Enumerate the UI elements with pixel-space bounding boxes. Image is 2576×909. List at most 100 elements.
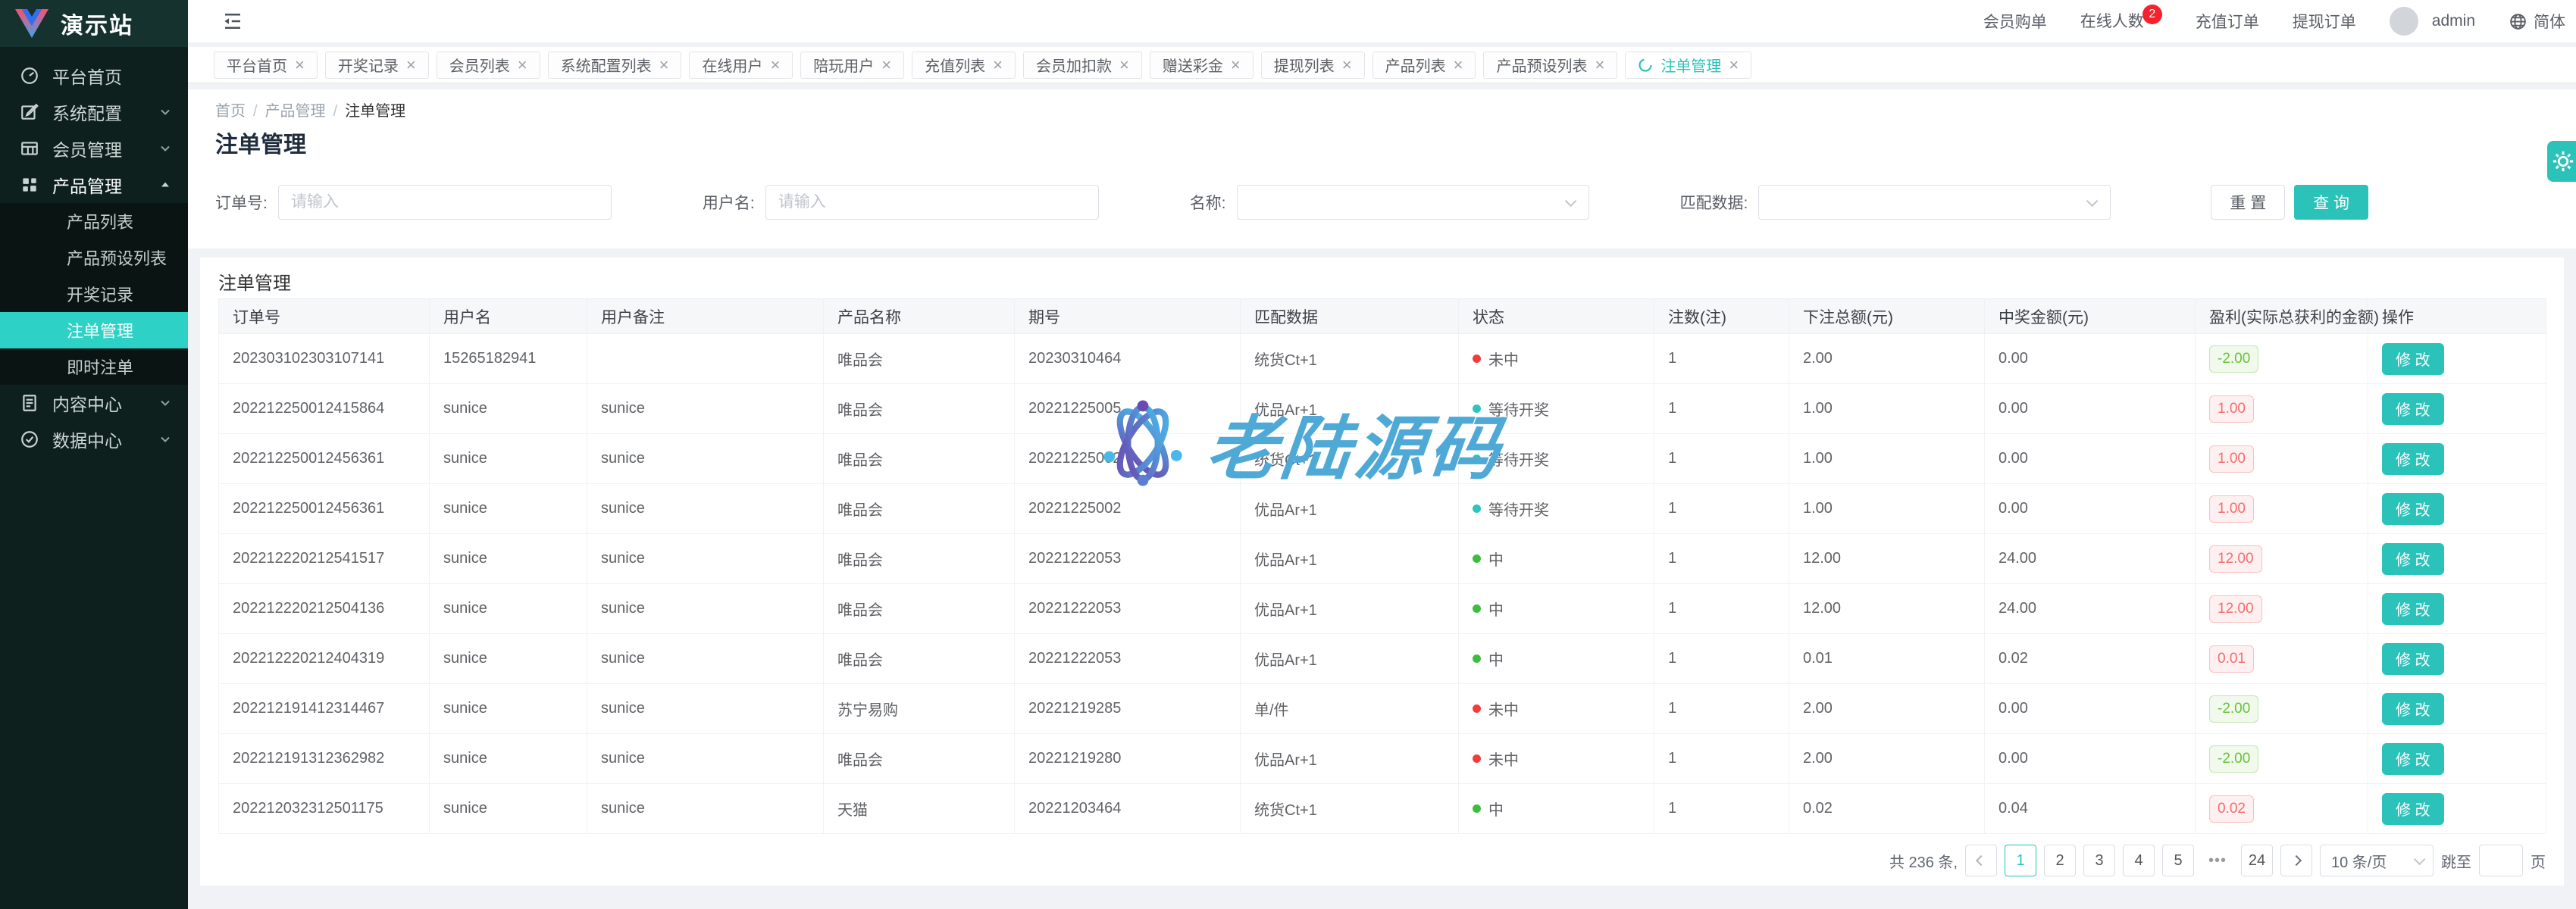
close-icon[interactable]: × xyxy=(1595,57,1604,73)
cell-total: 1.00 xyxy=(1789,434,1985,484)
name-select[interactable] xyxy=(1237,185,1589,220)
cell-username: 15265182941 xyxy=(430,334,587,384)
edit-button[interactable]: 修 改 xyxy=(2382,793,2444,825)
sidebar-item[interactable]: 数据中心 xyxy=(0,421,188,458)
page-button[interactable]: 24 xyxy=(2241,845,2273,876)
prev-page-button[interactable] xyxy=(1965,845,1997,876)
sidebar-item[interactable]: 平台首页 xyxy=(0,58,188,94)
edit-button[interactable]: 修 改 xyxy=(2382,743,2444,775)
close-icon[interactable]: × xyxy=(295,57,305,73)
cell-username: sunice xyxy=(430,784,587,834)
profit-badge: -2.00 xyxy=(2209,745,2258,773)
cell-product: 唯品会 xyxy=(824,334,1015,384)
tab[interactable]: 会员列表 × xyxy=(437,52,540,79)
sidebar-item[interactable]: 产品管理 xyxy=(0,167,188,203)
cell-bets: 1 xyxy=(1654,584,1789,634)
sidebar-item[interactable]: 会员管理 xyxy=(0,130,188,167)
close-icon[interactable]: × xyxy=(1119,57,1129,73)
cell-profit: 1.00 xyxy=(2196,484,2368,534)
edit-button[interactable]: 修 改 xyxy=(2382,443,2444,475)
cell-remark: sunice xyxy=(587,484,824,534)
language-switcher[interactable]: 简体 xyxy=(2509,10,2565,33)
profit-badge: 1.00 xyxy=(2209,495,2254,523)
cell-remark: sunice xyxy=(587,584,824,634)
page-button[interactable]: 2 xyxy=(2044,845,2076,876)
cell-match: 优品Ar+1 xyxy=(1241,734,1459,784)
match-data-select[interactable] xyxy=(1758,185,2111,220)
breadcrumb-item[interactable]: 首页/ xyxy=(215,98,258,120)
tab[interactable]: 平台首页 × xyxy=(214,52,318,79)
sidebar-subitem[interactable]: 产品预设列表 xyxy=(0,239,188,276)
close-icon[interactable]: × xyxy=(881,57,891,73)
page-button[interactable]: 5 xyxy=(2162,845,2194,876)
close-icon[interactable]: × xyxy=(1454,57,1463,73)
page-button[interactable]: 4 xyxy=(2123,845,2155,876)
tab[interactable]: 系统配置列表 × xyxy=(548,52,682,79)
breadcrumb-item[interactable]: 产品管理/ xyxy=(265,98,338,120)
tab[interactable]: 在线用户 × xyxy=(689,52,793,79)
header-link[interactable]: 充值订单 xyxy=(2196,10,2259,33)
breadcrumb-item[interactable]: 注单管理/ xyxy=(345,98,405,120)
sidebar-subitem[interactable]: 即时注单 xyxy=(0,348,188,385)
avatar[interactable] xyxy=(2390,7,2418,36)
edit-button[interactable]: 修 改 xyxy=(2382,643,2444,675)
sidebar-item[interactable]: 内容中心 xyxy=(0,385,188,421)
sidebar-subitem[interactable]: 开奖记录 xyxy=(0,276,188,312)
username-input[interactable] xyxy=(765,185,1099,220)
cell-action: 修 改 xyxy=(2368,534,2546,584)
reset-button[interactable]: 重 置 xyxy=(2211,185,2285,220)
cell-product: 唯品会 xyxy=(824,484,1015,534)
tab[interactable]: 开奖记录 × xyxy=(325,52,429,79)
cell-total: 2.00 xyxy=(1789,684,1985,734)
tab[interactable]: 注单管理 × xyxy=(1625,52,1751,79)
username[interactable]: admin xyxy=(2432,12,2475,30)
edit-button[interactable]: 修 改 xyxy=(2382,693,2444,725)
settings-gear-button[interactable] xyxy=(2547,141,2576,182)
header-link[interactable]: 在线人数2 xyxy=(2080,9,2162,33)
close-icon[interactable]: × xyxy=(659,57,669,73)
page-button[interactable]: ••• xyxy=(2202,845,2233,876)
cell-profit: 12.00 xyxy=(2196,584,2368,634)
header-link[interactable]: 会员购单 xyxy=(1983,10,2047,33)
page-button[interactable]: 1 xyxy=(2005,845,2036,876)
page-size-select[interactable]: 10 条/页 xyxy=(2320,845,2434,876)
search-button[interactable]: 查 询 xyxy=(2294,185,2368,220)
cell-action: 修 改 xyxy=(2368,334,2546,384)
edit-button[interactable]: 修 改 xyxy=(2382,393,2444,425)
tab[interactable]: 产品列表 × xyxy=(1373,52,1476,79)
next-page-button[interactable] xyxy=(2280,845,2312,876)
cell-product: 唯品会 xyxy=(824,584,1015,634)
edit-button[interactable]: 修 改 xyxy=(2382,543,2444,575)
collapse-sidebar-icon[interactable] xyxy=(221,10,246,33)
close-icon[interactable]: × xyxy=(406,57,416,73)
close-icon[interactable]: × xyxy=(518,57,527,73)
close-icon[interactable]: × xyxy=(1729,57,1739,73)
table-row: 202212250012456361 sunice sunice 唯品会 202… xyxy=(219,434,2546,484)
tab[interactable]: 陪玩用户 × xyxy=(800,52,904,79)
order-no-input[interactable] xyxy=(278,185,612,220)
tab[interactable]: 赠送彩金 × xyxy=(1150,52,1254,79)
close-icon[interactable]: × xyxy=(770,57,780,73)
tab[interactable]: 提现列表 × xyxy=(1261,52,1365,79)
edit-button[interactable]: 修 改 xyxy=(2382,593,2444,625)
sidebar-subitem[interactable]: 产品列表 xyxy=(0,203,188,239)
logo[interactable]: 演示站 xyxy=(0,0,188,47)
close-icon[interactable]: × xyxy=(1231,57,1241,73)
edit-button[interactable]: 修 改 xyxy=(2382,493,2444,525)
edit-button[interactable]: 修 改 xyxy=(2382,343,2444,375)
sidebar-subitem[interactable]: 注单管理 xyxy=(0,312,188,348)
tab[interactable]: 产品预设列表 × xyxy=(1483,52,1617,79)
tab[interactable]: 充值列表 × xyxy=(912,52,1016,79)
close-icon[interactable]: × xyxy=(1342,57,1352,73)
filter-bar: 订单号: 用户名: 名称: 匹配数据: 重 置 查 询 xyxy=(215,185,2576,220)
header-link[interactable]: 提现订单 xyxy=(2293,10,2356,33)
cell-status: 等待开奖 xyxy=(1459,384,1654,434)
jump-page-input[interactable] xyxy=(2479,845,2523,876)
table-row: 202212191312362982 sunice sunice 唯品会 202… xyxy=(219,734,2546,784)
column-header: 匹配数据 xyxy=(1241,299,1459,334)
page-button[interactable]: 3 xyxy=(2083,845,2115,876)
close-icon[interactable]: × xyxy=(993,57,1003,73)
column-header: 订单号 xyxy=(219,299,430,334)
tab[interactable]: 会员加扣款 × xyxy=(1023,52,1142,79)
sidebar-item[interactable]: 系统配置 xyxy=(0,94,188,130)
